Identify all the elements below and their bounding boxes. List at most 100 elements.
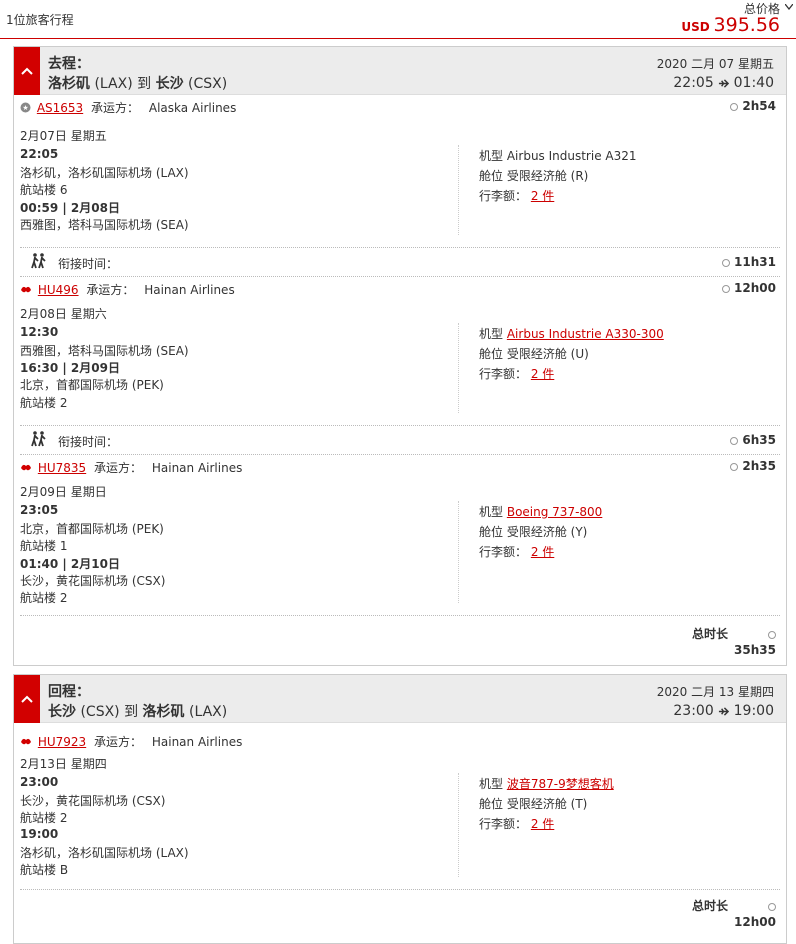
duration-value: 12h00 [734, 281, 776, 295]
baggage-link[interactable]: 2 件 [531, 189, 554, 203]
segment-date: 2月13日 星期四 [20, 757, 107, 771]
baggage-label: 行李额： [479, 817, 528, 831]
cabin-row: 舱位 受限经济舱 (U) [479, 345, 589, 362]
baggage-link[interactable]: 2 件 [531, 367, 554, 381]
arr-terminal: 航站楼 2 [20, 591, 68, 605]
segment-card: HU496 承运方： Hainan Airlines 12h00 2月08日 星… [14, 277, 786, 425]
divider [20, 615, 780, 616]
total-duration-label: 总时长 [691, 899, 728, 913]
cabin-row: 舱位 受限经济舱 (Y) [479, 523, 587, 540]
dep-time: 22:05 [20, 147, 59, 161]
aircraft-link[interactable]: 波音787-9梦想客机 [507, 777, 614, 791]
arr-time: 01:40 | 2月10日 [20, 557, 120, 571]
collapse-return-button[interactable] [14, 675, 40, 723]
arrive-time: 19:00 [733, 703, 774, 719]
divider [458, 145, 459, 235]
connection-label: 衔接时间： [58, 257, 119, 271]
price-amount: 395.56 [713, 14, 780, 36]
cabin-value: 受限经济舱 (Y) [506, 525, 588, 539]
airline-logo-icon: ★ [20, 102, 31, 116]
baggage-label: 行李额： [479, 367, 528, 381]
aircraft-row: 机型 波音787-9梦想客机 [479, 775, 614, 792]
connection-time-value: 6h35 [742, 433, 776, 447]
baggage-row: 行李额： 2 件 [479, 365, 554, 382]
aircraft-value: Airbus Industrie A321 [506, 149, 637, 163]
carrier-label: 承运方： [86, 283, 135, 297]
segment-date: 2月07日 星期五 [20, 129, 107, 143]
dep-airport: 北京，首都国际机场 (PEK) [20, 522, 164, 536]
aircraft-row: 机型 Airbus Industrie A330-300 [479, 325, 664, 342]
divider [458, 323, 459, 413]
segment-duration: 2h35 [730, 459, 776, 473]
walking-people-icon [30, 253, 48, 272]
connection-time: 6h35 [730, 433, 776, 447]
flight-number-link[interactable]: HU7923 [38, 735, 86, 749]
dep-terminal: 航站楼 2 [20, 811, 68, 825]
outbound-header: 去程： 洛杉矶 (LAX) 到 长沙 (CSX) 2020 二月 07 星期五 … [14, 47, 786, 95]
dep-time: 23:00 [20, 775, 59, 789]
flight-number-link[interactable]: HU496 [38, 283, 79, 297]
clock-icon [730, 436, 739, 445]
flight-number-link[interactable]: HU7835 [38, 461, 86, 475]
route-dest-city: 长沙 [155, 76, 184, 92]
return-header: 回程： 长沙 (CSX) 到 洛杉矶 (LAX) 2020 二月 13 星期四 … [14, 675, 786, 723]
cabin-label: 舱位 [479, 797, 504, 811]
arr-time: 19:00 [20, 827, 59, 841]
baggage-link[interactable]: 2 件 [531, 545, 554, 559]
baggage-row: 行李额： 2 件 [479, 187, 554, 204]
segment-card: HU7835 承运方： Hainan Airlines 2h35 2月09日 星… [14, 455, 786, 615]
route-dest-code: (CSX) [188, 76, 228, 92]
baggage-row: 行李额： 2 件 [479, 815, 554, 832]
travelers-label: 1位旅客行程 [6, 13, 74, 27]
total-price: USD 395.56 [681, 14, 780, 36]
plane-icon [719, 78, 730, 88]
segment-header: HU7835 承运方： Hainan Airlines [20, 459, 242, 476]
cabin-row: 舱位 受限经济舱 (R) [479, 167, 588, 184]
aircraft-link[interactable]: Airbus Industrie A330-300 [507, 327, 664, 341]
baggage-row: 行李额： 2 件 [479, 543, 554, 560]
carrier-name: Hainan Airlines [151, 461, 243, 475]
route-origin-code: (LAX) [94, 76, 133, 92]
outbound-trip-card: 去程： 洛杉矶 (LAX) 到 长沙 (CSX) 2020 二月 07 星期五 … [13, 46, 787, 666]
baggage-link[interactable]: 2 件 [531, 817, 554, 831]
clock-icon [730, 462, 739, 471]
carrier-name: Alaska Airlines [148, 101, 237, 115]
dep-terminal: 航站楼 6 [20, 183, 68, 197]
aircraft-link[interactable]: Boeing 737-800 [507, 505, 602, 519]
arr-time: 00:59 | 2月08日 [20, 201, 120, 215]
return-direction: 回程： [48, 684, 90, 700]
connection: 衔接时间： 6h35 [20, 426, 780, 454]
cabin-label: 舱位 [479, 525, 504, 539]
outbound-direction: 去程： [48, 56, 90, 72]
svg-text:★: ★ [22, 104, 28, 112]
total-duration-label: 总时长 [691, 627, 728, 641]
divider [458, 501, 459, 603]
connection-label: 衔接时间： [58, 435, 119, 449]
route-origin-code: (CSX) [80, 704, 120, 720]
clock-icon [768, 627, 776, 641]
arr-terminal: 航站楼 2 [20, 396, 68, 410]
segment-duration: 2h54 [730, 99, 776, 113]
cabin-row: 舱位 受限经济舱 (T) [479, 795, 587, 812]
segment-date: 2月09日 星期日 [20, 485, 107, 499]
hainan-logo-icon [20, 462, 32, 476]
connection-row: 衔接时间： 6h35 [14, 425, 786, 455]
flight-number-link[interactable]: AS1653 [37, 101, 83, 115]
return-trip-card: 回程： 长沙 (CSX) 到 洛杉矶 (LAX) 2020 二月 13 星期四 … [13, 674, 787, 944]
segment-card: HU7923 承运方： Hainan Airlines 2月13日 星期四 23… [14, 723, 786, 889]
aircraft-label: 机型 [479, 327, 504, 341]
aircraft-label: 机型 [479, 505, 504, 519]
total-duration-value: 35h35 [734, 643, 776, 657]
cabin-value: 受限经济舱 (U) [506, 347, 589, 361]
clock-icon [722, 258, 731, 267]
segment-card: ★ AS1653 承运方： Alaska Airlines 2h54 2月07日… [14, 95, 786, 247]
collapse-outbound-button[interactable] [14, 47, 40, 95]
carrier-label: 承运方： [94, 735, 143, 749]
dep-time: 12:30 [20, 325, 59, 339]
carrier-name: Hainan Airlines [144, 283, 235, 297]
divider [20, 889, 780, 890]
arr-time: 16:30 | 2月09日 [20, 361, 120, 375]
cabin-label: 舱位 [479, 169, 504, 183]
aircraft-row: 机型 Boeing 737-800 [479, 503, 602, 520]
chevron-down-icon[interactable] [784, 3, 794, 13]
